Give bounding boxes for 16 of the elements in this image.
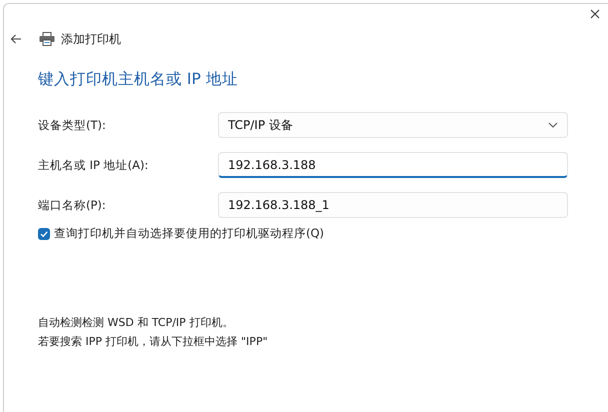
close-icon[interactable]: [590, 9, 600, 19]
checkbox-label[interactable]: 查询打印机并自动选择要使用的打印机驱动程序(Q): [54, 226, 324, 241]
printer-icon: [39, 32, 55, 46]
field-label: 主机名或 IP 地址(A):: [38, 158, 150, 172]
note-text: 自动检测检测 WSD 和 TCP/IP 打印机。: [38, 315, 234, 331]
input-field[interactable]: 192.168.3.188_1: [218, 192, 568, 218]
input-field[interactable]: 192.168.3.188: [218, 152, 568, 178]
page-heading: 键入打印机主机名或 IP 地址: [38, 69, 239, 90]
field-label: 端口名称(P):: [38, 198, 107, 212]
back-arrow-icon[interactable]: [10, 34, 22, 44]
note-text: 若要搜索 IPP 打印机，请从下拉框中选择 "IPP": [38, 334, 269, 350]
checkbox[interactable]: [38, 228, 50, 240]
device-type-dropdown[interactable]: TCP/IP 设备: [218, 112, 568, 138]
window-title: 添加打印机: [61, 30, 121, 48]
field-label: 设备类型(T):: [38, 118, 107, 132]
chevron-down-icon: [548, 122, 558, 128]
